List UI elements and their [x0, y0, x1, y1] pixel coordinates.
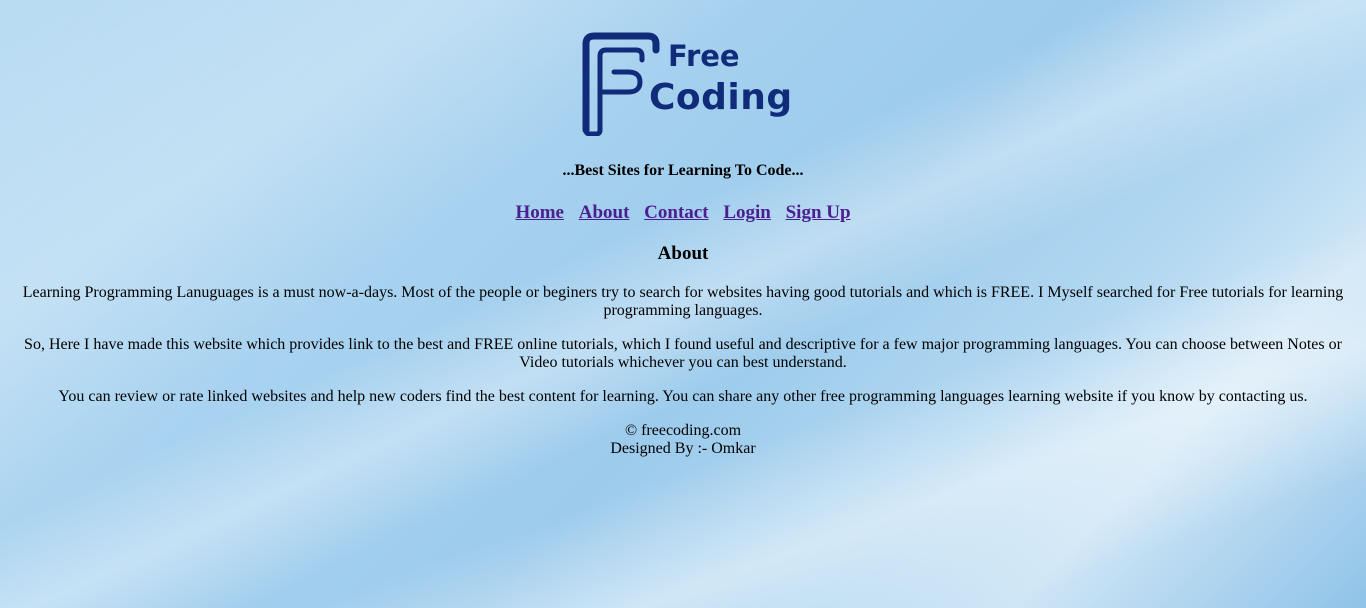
page: Free Coding ...Best Sites for Learning T…	[0, 0, 1366, 608]
footer-designer: Designed By :- Omkar	[610, 440, 756, 457]
logo-text-coding: Coding	[649, 77, 793, 118]
nav-link-login[interactable]: Login	[723, 202, 771, 223]
footer: © freecoding.com Designed By :- Omkar	[0, 422, 1366, 458]
about-paragraph-2: So, Here I have made this website which …	[24, 336, 1342, 371]
tagline: ...Best Sites for Learning To Code...	[562, 162, 804, 179]
about-paragraph-3: You can review or rate linked websites a…	[58, 388, 1308, 405]
logo-text-free: Free	[668, 39, 740, 73]
nav-link-sign-up[interactable]: Sign Up	[786, 202, 851, 223]
about-paragraph-1: Learning Programming Lanuguages is a mus…	[22, 284, 1344, 319]
main-nav: Home About Contact Login Sign Up	[0, 202, 1366, 224]
nav-link-contact[interactable]: Contact	[644, 202, 708, 223]
nav-link-home[interactable]: Home	[515, 202, 564, 223]
footer-copyright: © freecoding.com	[624, 422, 742, 439]
section-heading: About	[657, 243, 709, 264]
nav-link-about[interactable]: About	[579, 202, 630, 223]
